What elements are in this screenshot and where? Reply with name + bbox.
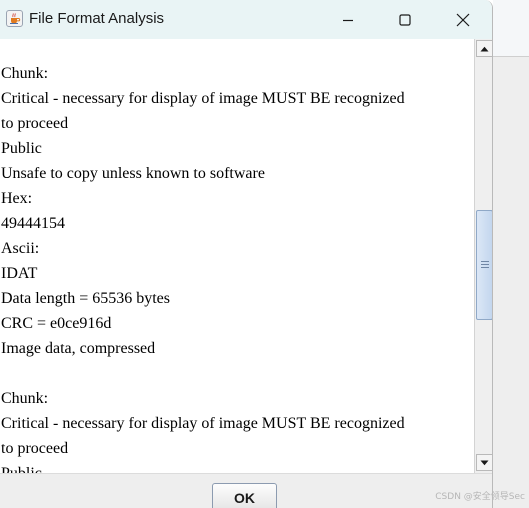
text-line: Critical - necessary for display of imag… [1, 90, 405, 107]
background-window-header [493, 0, 529, 56]
text-line: Public [1, 140, 42, 157]
scroll-grip-line [481, 264, 489, 265]
text-line: Critical - necessary for display of imag… [1, 415, 405, 432]
caret-up-icon [480, 46, 489, 51]
scroll-up-button[interactable] [476, 40, 492, 57]
analysis-text-panel[interactable]: Chunk: Critical - necessary for display o… [0, 39, 474, 473]
title-bar[interactable]: File Format Analysis [0, 0, 492, 39]
text-line: Image data, compressed [1, 340, 156, 357]
vertical-scrollbar[interactable] [474, 39, 492, 473]
scroll-down-button[interactable] [476, 454, 492, 471]
close-icon [456, 13, 470, 26]
text-line: IDAT [1, 265, 38, 282]
text-line [1, 361, 471, 386]
button-bar: OK [0, 473, 492, 508]
text-line: Unsafe to copy unless known to software [1, 165, 265, 182]
text-line: Public [1, 461, 471, 473]
text-line: to proceed [1, 440, 69, 457]
watermark-text: CSDN @安全领导Sec [435, 492, 525, 502]
java-coffee-icon[interactable] [6, 10, 23, 27]
ok-button[interactable]: OK [212, 483, 277, 508]
text-line: CRC = e0ce916d [1, 315, 112, 332]
text-line: 49444154 [1, 215, 65, 232]
background-window-edge [493, 0, 529, 508]
maximize-icon [399, 13, 411, 26]
minimize-button[interactable] [325, 0, 371, 39]
text-line: to proceed [1, 115, 69, 132]
text-line: Hex: [1, 190, 33, 207]
scroll-thumb[interactable] [476, 210, 492, 320]
text-line: Ascii: [1, 240, 40, 257]
text-line: Chunk: [1, 390, 49, 407]
scroll-grip-line [481, 261, 489, 262]
scroll-grip-line [481, 267, 489, 268]
window-title: File Format Analysis [29, 10, 165, 27]
background-window-divider [493, 56, 529, 57]
text-line: Chunk: [1, 65, 49, 82]
dialog-window: File Format Analysis Chunk: Critical - ne… [0, 0, 493, 508]
caret-down-icon [480, 460, 489, 465]
text-line: Data length = 65536 bytes [1, 290, 170, 307]
maximize-button[interactable] [382, 0, 428, 39]
close-button[interactable] [440, 0, 486, 39]
minimize-icon [343, 19, 353, 21]
analysis-text[interactable]: Chunk: Critical - necessary for display o… [1, 61, 471, 473]
